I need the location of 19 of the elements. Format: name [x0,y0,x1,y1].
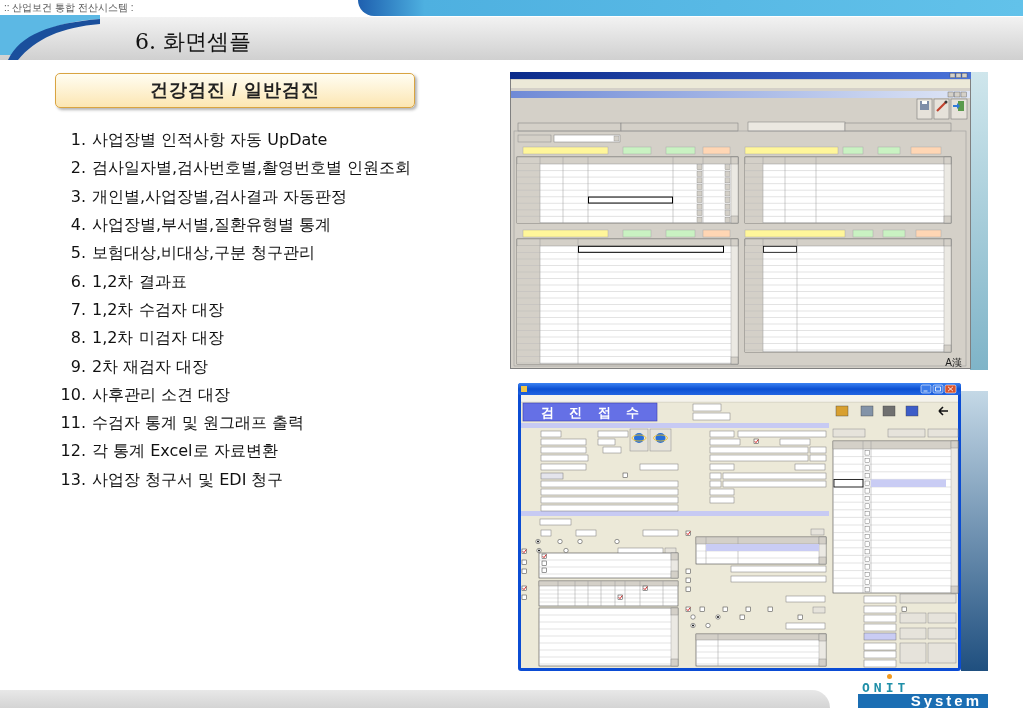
feature-list-item: 12. 각 통계 Excel로 자료변환 [59,440,278,463]
feature-list-item: 13. 사업장 청구서 및 EDI 청구 [59,468,284,491]
feature-list-item: 5. 보험대상,비대상,구분 청구관리 [69,242,316,265]
section-title: 6. 화면셈플 [135,27,251,56]
feature-list-item: 11. 수검자 통계 및 원그래프 출력 [59,412,305,435]
feature-list-item: 3. 개인별,사업장별,검사결과 자동판정 [69,185,348,208]
feature-list-item: 4. 사업장별,부서별,질환유형별 통계 [69,214,332,237]
feature-list-item: 1. 사업장별 인적사항 자동 UpDate [69,129,328,152]
feature-list-item: 10. 사후관리 소견 대장 [59,383,231,406]
feature-list-item: 8. 1,2차 미검자 대장 [69,327,224,350]
system-name: :: 산업보건 통합 전산시스템 : [3,1,134,14]
banner-title: 검 진 접 수 [540,404,646,420]
feature-list-item: 6. 1,2차 결과표 [69,270,187,293]
feature-list-item: 7. 1,2차 수검자 대장 [69,298,224,321]
ime-indicator: A漢 [945,357,962,368]
logo-wordmark: ONIT [862,681,910,694]
feature-list-item: 2. 검사일자별,검사번호별,촬영번호별 인원조회 [69,157,412,180]
feature-list-item: 9. 2차 재검자 대장 [69,355,209,378]
feature-title-banner: 건강검진 / 일반검진 [55,73,415,108]
